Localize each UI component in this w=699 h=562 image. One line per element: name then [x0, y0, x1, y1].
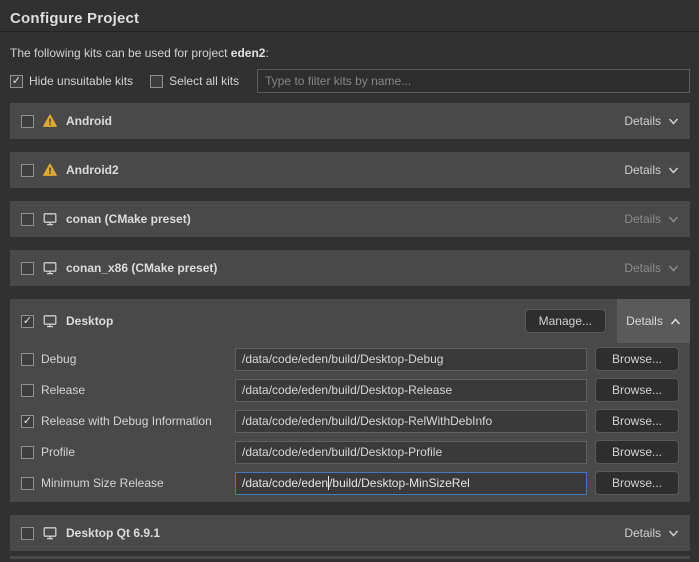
warning-icon [43, 163, 57, 177]
kit-checkbox[interactable]: ✓ [21, 115, 34, 128]
config-checkbox[interactable]: ✓ [21, 446, 34, 459]
kit-row-conan: ✓ conan (CMake preset) Details [10, 201, 690, 237]
config-checkbox-wrap[interactable]: ✓ Minimum Size Release [21, 476, 227, 490]
details-button[interactable]: Details [624, 114, 679, 128]
desktop-icon [43, 261, 57, 275]
details-button: Details [624, 261, 679, 275]
kit-list: ✓ Android Details ✓ Android2 Details ✓ c… [10, 103, 690, 559]
kit-checkbox[interactable]: ✓ [21, 527, 34, 540]
kit-row-desktop: ✓ Desktop Manage... Details ✓ Debug /dat… [10, 299, 690, 502]
kit-header: ✓ Desktop Manage... [10, 299, 690, 343]
build-config-row-relwithdebinfo: ✓ Release with Debug Information /data/c… [21, 409, 679, 433]
build-config-row-minsizerel: ✓ Minimum Size Release /data/code/eden/b… [21, 471, 679, 495]
kits-intro-text: The following kits can be used for proje… [10, 46, 690, 60]
build-config-row-profile: ✓ Profile /data/code/eden/build/Desktop-… [21, 440, 679, 464]
kit-name: Desktop Qt 6.9.1 [66, 526, 160, 540]
select-all-kits-checkbox[interactable]: ✓ Select all kits [150, 74, 239, 88]
page-title: Configure Project [10, 10, 690, 27]
chevron-up-icon [670, 316, 681, 327]
kit-row-android: ✓ Android Details [10, 103, 690, 139]
kit-name: conan (CMake preset) [66, 212, 191, 226]
browse-button[interactable]: Browse... [595, 347, 679, 371]
build-dir-input[interactable]: /data/code/eden/build/Desktop-Debug [235, 348, 587, 371]
kit-name: Android [66, 114, 112, 128]
chevron-down-icon [668, 214, 679, 225]
project-name: eden2 [231, 46, 266, 60]
chevron-down-icon [668, 528, 679, 539]
browse-button[interactable]: Browse... [595, 471, 679, 495]
config-checkbox[interactable]: ✓ [21, 415, 34, 428]
config-checkbox[interactable]: ✓ [21, 353, 34, 366]
warning-icon [43, 114, 57, 128]
config-label: Release [41, 383, 85, 397]
details-button: Details [624, 212, 679, 226]
config-checkbox-wrap[interactable]: ✓ Debug [21, 352, 227, 366]
config-checkbox[interactable]: ✓ [21, 384, 34, 397]
manage-button[interactable]: Manage... [525, 309, 606, 333]
chevron-down-icon [668, 165, 679, 176]
select-all-kits-label: Select all kits [169, 74, 239, 88]
kit-checkbox[interactable]: ✓ [21, 213, 34, 226]
hide-unsuitable-kits-checkbox[interactable]: ✓ Hide unsuitable kits [10, 74, 133, 88]
checkbox-icon[interactable]: ✓ [150, 75, 163, 88]
build-dir-input[interactable]: /data/code/eden/build/Desktop-Release [235, 379, 587, 402]
config-label: Minimum Size Release [41, 476, 164, 490]
kit-name: conan_x86 (CMake preset) [66, 261, 217, 275]
details-button[interactable]: Details [624, 526, 679, 540]
config-checkbox-wrap[interactable]: ✓ Profile [21, 445, 227, 459]
config-checkbox-wrap[interactable]: ✓ Release [21, 383, 227, 397]
desktop-icon [43, 314, 57, 328]
kit-checkbox[interactable]: ✓ [21, 164, 34, 177]
browse-button[interactable]: Browse... [595, 440, 679, 464]
hide-unsuitable-kits-label: Hide unsuitable kits [29, 74, 133, 88]
kit-filter-input[interactable] [257, 69, 690, 93]
desktop-icon [43, 212, 57, 226]
kit-row-desktop-qt: ✓ Desktop Qt 6.9.1 Details [10, 515, 690, 551]
browse-button[interactable]: Browse... [595, 378, 679, 402]
kit-name: Android2 [66, 163, 119, 177]
build-dir-input-focused[interactable]: /data/code/eden/build/Desktop-MinSizeRel [235, 472, 587, 495]
kit-checkbox[interactable]: ✓ [21, 315, 34, 328]
browse-button[interactable]: Browse... [595, 409, 679, 433]
next-kit-row-partial [10, 556, 690, 559]
kit-row-conan-x86: ✓ conan_x86 (CMake preset) Details [10, 250, 690, 286]
config-checkbox[interactable]: ✓ [21, 477, 34, 490]
details-button[interactable]: Details [624, 163, 679, 177]
chevron-down-icon [668, 263, 679, 274]
config-label: Profile [41, 445, 75, 459]
build-dir-input[interactable]: /data/code/eden/build/Desktop-Profile [235, 441, 587, 464]
checkbox-icon[interactable]: ✓ [10, 75, 23, 88]
details-button-expanded[interactable]: Details [617, 299, 690, 343]
title-divider [0, 31, 699, 32]
desktop-icon [43, 526, 57, 540]
build-config-row-debug: ✓ Debug /data/code/eden/build/Desktop-De… [21, 347, 679, 371]
chevron-down-icon [668, 116, 679, 127]
config-label: Debug [41, 352, 76, 366]
build-dir-input[interactable]: /data/code/eden/build/Desktop-RelWithDeb… [235, 410, 587, 433]
config-checkbox-wrap[interactable]: ✓ Release with Debug Information [21, 414, 227, 428]
build-config-row-release: ✓ Release /data/code/eden/build/Desktop-… [21, 378, 679, 402]
kit-row-android2: ✓ Android2 Details [10, 152, 690, 188]
kit-checkbox[interactable]: ✓ [21, 262, 34, 275]
filter-bar: ✓ Hide unsuitable kits ✓ Select all kits [10, 69, 690, 93]
kit-name: Desktop [66, 314, 113, 328]
config-label: Release with Debug Information [41, 414, 212, 428]
